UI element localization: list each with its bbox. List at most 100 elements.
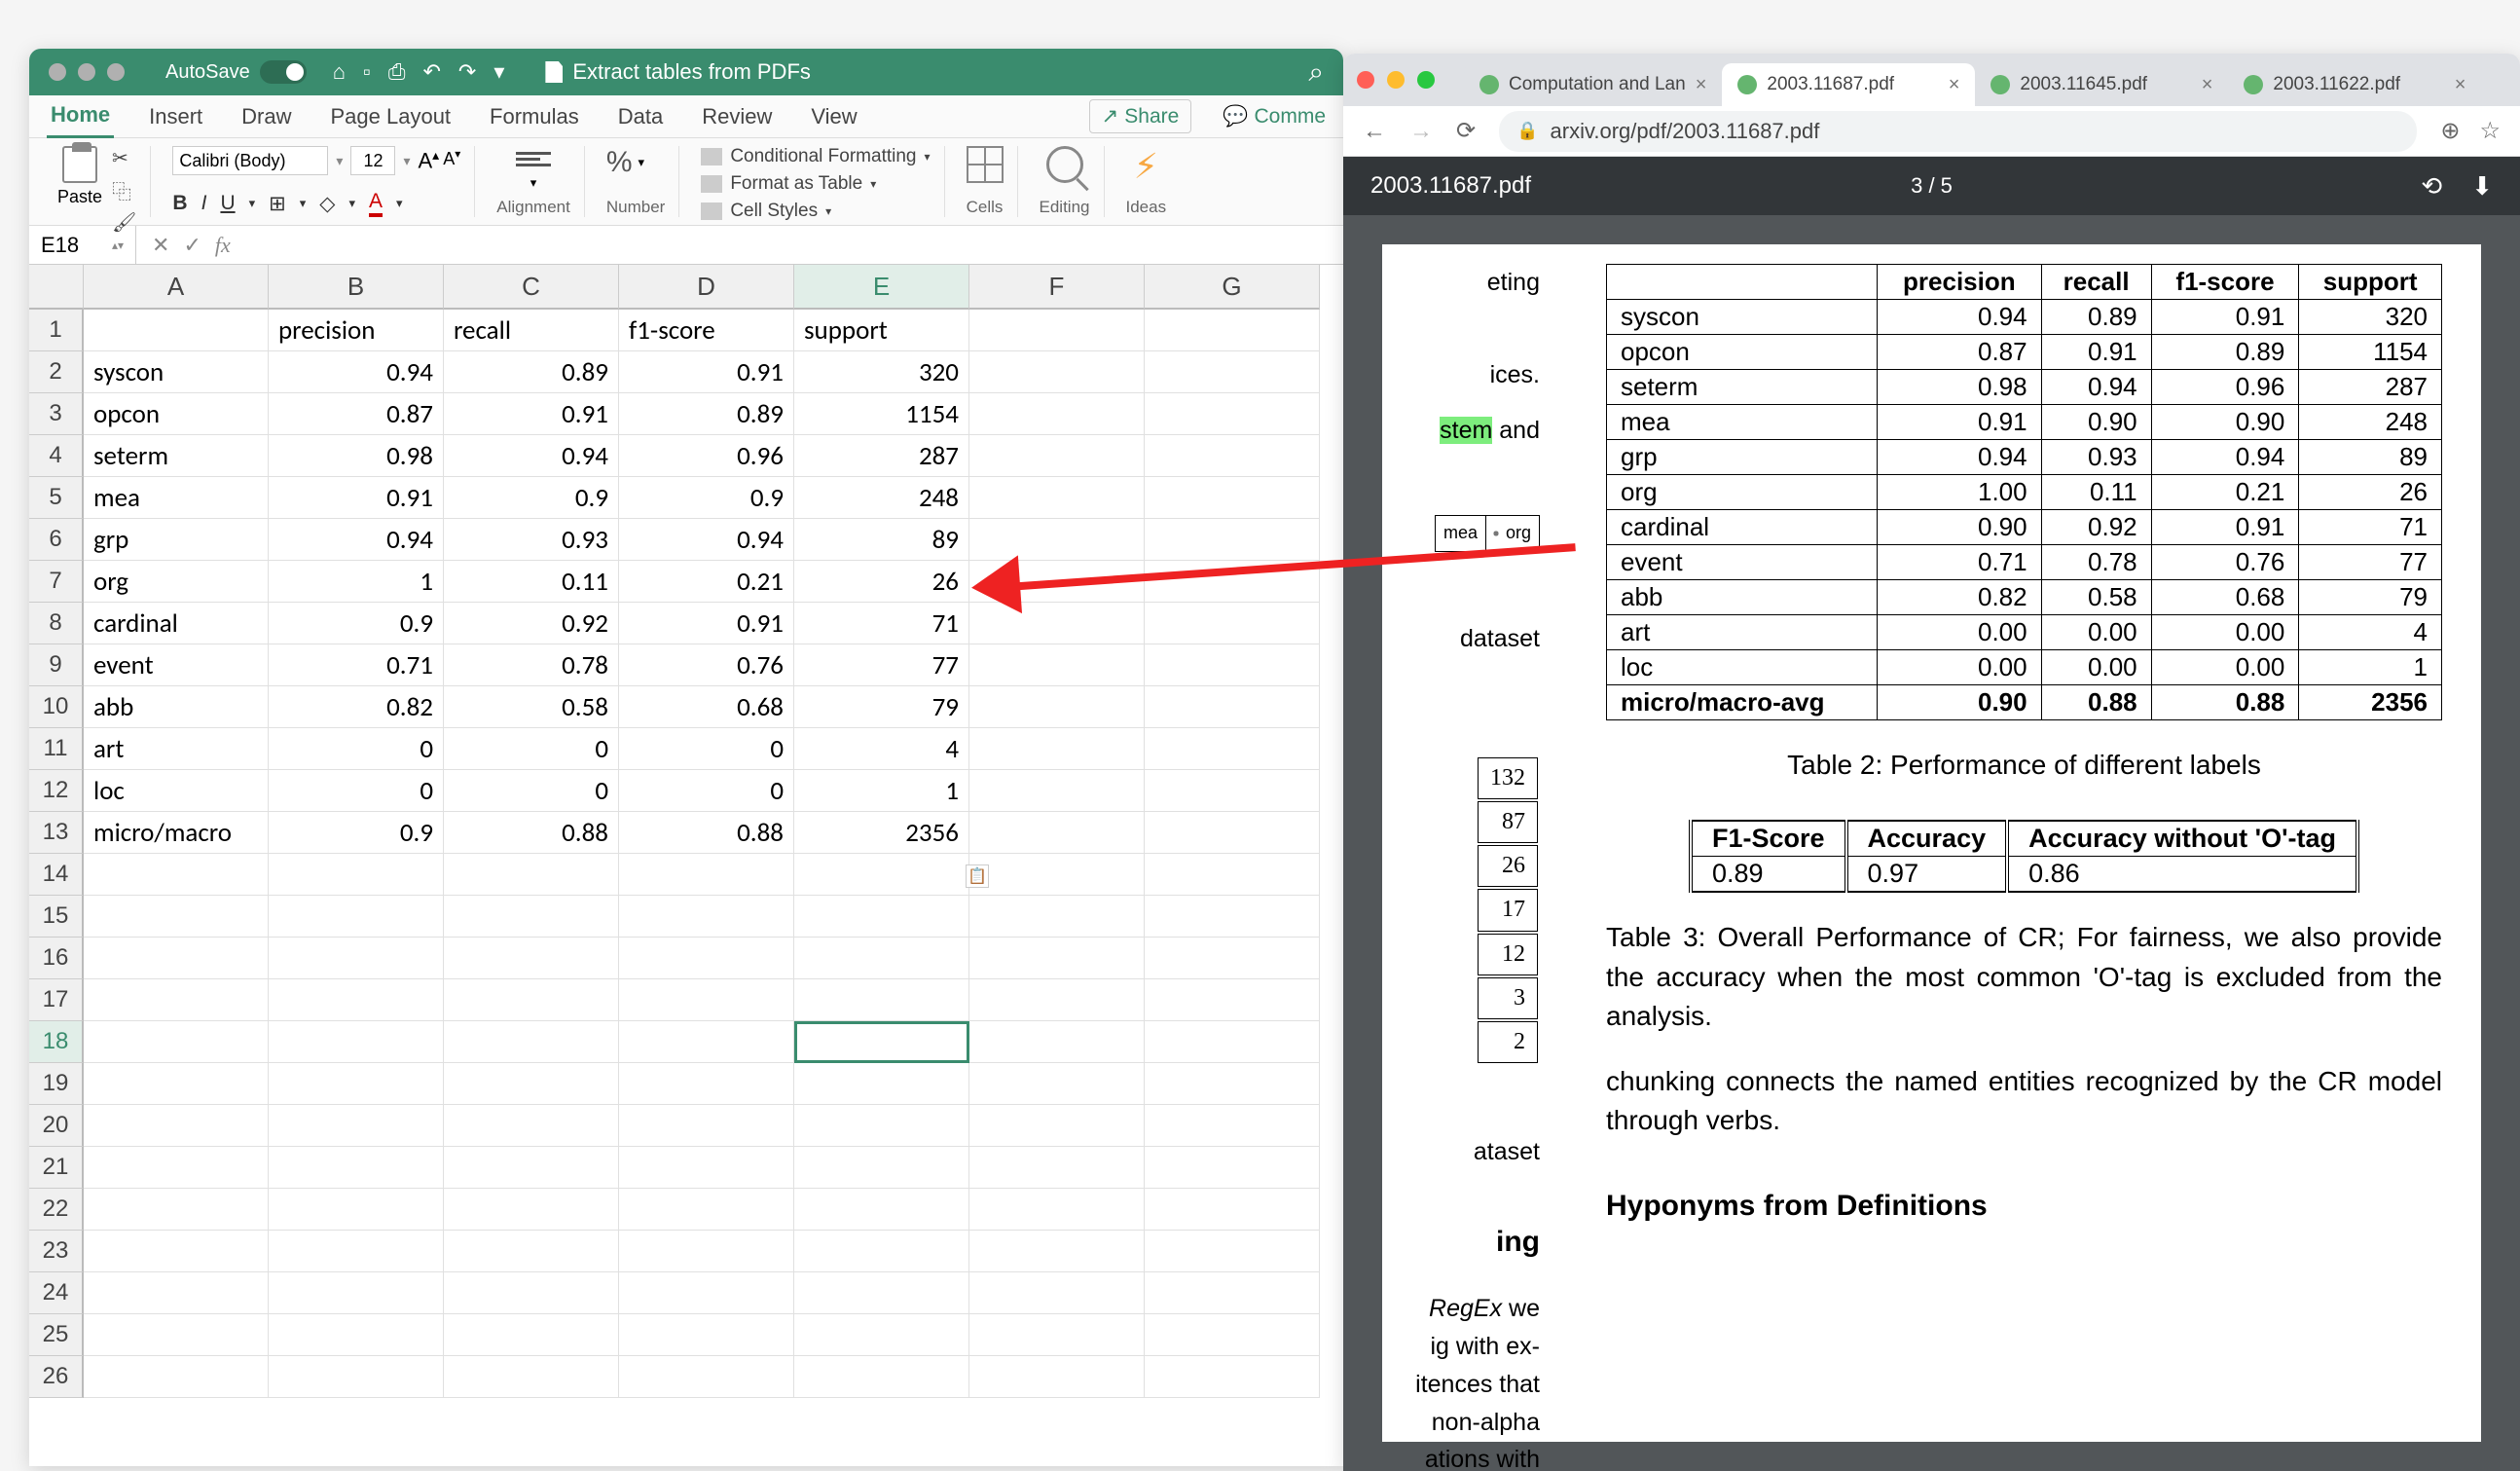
cell[interactable] xyxy=(269,979,444,1021)
chevron-down-icon[interactable]: ▾ xyxy=(493,59,504,85)
cell[interactable] xyxy=(1145,1314,1320,1356)
align-icon[interactable] xyxy=(516,146,551,171)
close-tab-icon[interactable]: × xyxy=(2202,74,2213,96)
cell[interactable] xyxy=(1145,393,1320,435)
cell[interactable] xyxy=(444,1231,619,1272)
italic-button[interactable]: I xyxy=(201,192,207,215)
cell[interactable]: 0.88 xyxy=(444,812,619,854)
browser-tab[interactable]: 2003.11622.pdf× xyxy=(2228,63,2481,106)
cell[interactable] xyxy=(794,1231,969,1272)
save-icon[interactable]: ▫ xyxy=(363,59,371,85)
cell[interactable]: mea xyxy=(84,477,269,519)
row-header[interactable]: 4 xyxy=(29,435,84,477)
tab-insert[interactable]: Insert xyxy=(145,96,206,137)
cell[interactable] xyxy=(1145,435,1320,477)
cell[interactable] xyxy=(969,519,1145,561)
paste-button[interactable]: Paste xyxy=(57,146,102,207)
select-all-corner[interactable] xyxy=(29,265,84,310)
cell[interactable] xyxy=(1145,310,1320,351)
cell[interactable] xyxy=(969,896,1145,938)
font-name-select[interactable] xyxy=(172,146,328,175)
cell[interactable] xyxy=(84,1189,269,1231)
back-icon[interactable]: ← xyxy=(1363,118,1386,145)
cell[interactable] xyxy=(1145,770,1320,812)
cell[interactable] xyxy=(794,1021,969,1063)
autosave-toggle[interactable]: AutoSave xyxy=(165,60,307,84)
conditional-formatting-button[interactable]: Conditional Formatting▾ xyxy=(701,146,930,167)
chevron-down-icon[interactable]: ▾ xyxy=(530,175,537,191)
cell[interactable] xyxy=(619,1272,794,1314)
cell[interactable] xyxy=(84,938,269,979)
row-header[interactable]: 2 xyxy=(29,351,84,393)
cell[interactable]: 0 xyxy=(619,728,794,770)
cell[interactable]: 0.89 xyxy=(619,393,794,435)
row-header[interactable]: 7 xyxy=(29,561,84,603)
column-header[interactable]: G xyxy=(1145,265,1320,310)
cell[interactable] xyxy=(84,1356,269,1398)
cell[interactable]: 89 xyxy=(794,519,969,561)
maximize-window-icon[interactable] xyxy=(107,63,125,81)
format-as-table-button[interactable]: Format as Table▾ xyxy=(701,173,930,195)
cell[interactable] xyxy=(84,896,269,938)
cell[interactable] xyxy=(969,728,1145,770)
tab-page-layout[interactable]: Page Layout xyxy=(327,96,456,137)
cell[interactable] xyxy=(794,1189,969,1231)
cell[interactable] xyxy=(444,1356,619,1398)
cell[interactable]: 0.91 xyxy=(619,603,794,644)
chevron-down-icon[interactable]: ▾ xyxy=(336,153,343,169)
cell[interactable]: 287 xyxy=(794,435,969,477)
cell[interactable]: art xyxy=(84,728,269,770)
cell[interactable]: 0 xyxy=(269,770,444,812)
row-header[interactable]: 8 xyxy=(29,603,84,644)
cell[interactable]: 0.94 xyxy=(269,351,444,393)
row-header[interactable]: 26 xyxy=(29,1356,84,1398)
cell[interactable]: 0.98 xyxy=(269,435,444,477)
cell[interactable] xyxy=(84,1063,269,1105)
cell[interactable] xyxy=(969,1189,1145,1231)
download-icon[interactable]: ⬇ xyxy=(2471,171,2493,202)
cell[interactable] xyxy=(794,896,969,938)
cell[interactable] xyxy=(969,1021,1145,1063)
cell[interactable] xyxy=(1145,896,1320,938)
url-field[interactable]: 🔒 arxiv.org/pdf/2003.11687.pdf xyxy=(1499,111,2417,152)
cell[interactable] xyxy=(969,351,1145,393)
cell[interactable]: 0.91 xyxy=(444,393,619,435)
cell[interactable]: 0.58 xyxy=(444,686,619,728)
cell[interactable] xyxy=(969,644,1145,686)
cell[interactable]: abb xyxy=(84,686,269,728)
cell[interactable]: 0.93 xyxy=(444,519,619,561)
cell[interactable] xyxy=(269,854,444,896)
cell[interactable] xyxy=(1145,644,1320,686)
chevron-down-icon[interactable]: ▾ xyxy=(639,155,645,170)
cell[interactable]: 4 xyxy=(794,728,969,770)
close-window-icon[interactable] xyxy=(49,63,66,81)
cell[interactable]: org xyxy=(84,561,269,603)
cell[interactable] xyxy=(969,310,1145,351)
cell[interactable]: 71 xyxy=(794,603,969,644)
column-header[interactable]: B xyxy=(269,265,444,310)
row-header[interactable]: 5 xyxy=(29,477,84,519)
toggle-icon[interactable] xyxy=(260,60,307,84)
cells-button[interactable] xyxy=(967,146,1004,183)
confirm-icon[interactable]: ✓ xyxy=(183,233,201,258)
cell[interactable] xyxy=(969,393,1145,435)
font-color-icon[interactable]: A xyxy=(369,190,383,217)
cell[interactable] xyxy=(1145,1147,1320,1189)
cell[interactable] xyxy=(1145,854,1320,896)
cell[interactable] xyxy=(619,896,794,938)
column-header[interactable]: A xyxy=(84,265,269,310)
cell[interactable]: 0.91 xyxy=(619,351,794,393)
cell[interactable]: 1154 xyxy=(794,393,969,435)
decrease-font-icon[interactable]: A▾ xyxy=(443,147,460,173)
border-icon[interactable]: ⊞ xyxy=(269,192,286,216)
minimize-window-icon[interactable] xyxy=(1387,71,1405,89)
cell[interactable]: cardinal xyxy=(84,603,269,644)
tab-draw[interactable]: Draw xyxy=(237,96,295,137)
chevron-down-icon[interactable]: ▾ xyxy=(300,196,307,211)
cell[interactable]: 79 xyxy=(794,686,969,728)
cell[interactable]: 0.21 xyxy=(619,561,794,603)
fill-color-icon[interactable]: ◇ xyxy=(319,192,335,216)
row-header[interactable]: 11 xyxy=(29,728,84,770)
increase-font-icon[interactable]: A▴ xyxy=(418,147,439,173)
row-header[interactable]: 18 xyxy=(29,1021,84,1063)
